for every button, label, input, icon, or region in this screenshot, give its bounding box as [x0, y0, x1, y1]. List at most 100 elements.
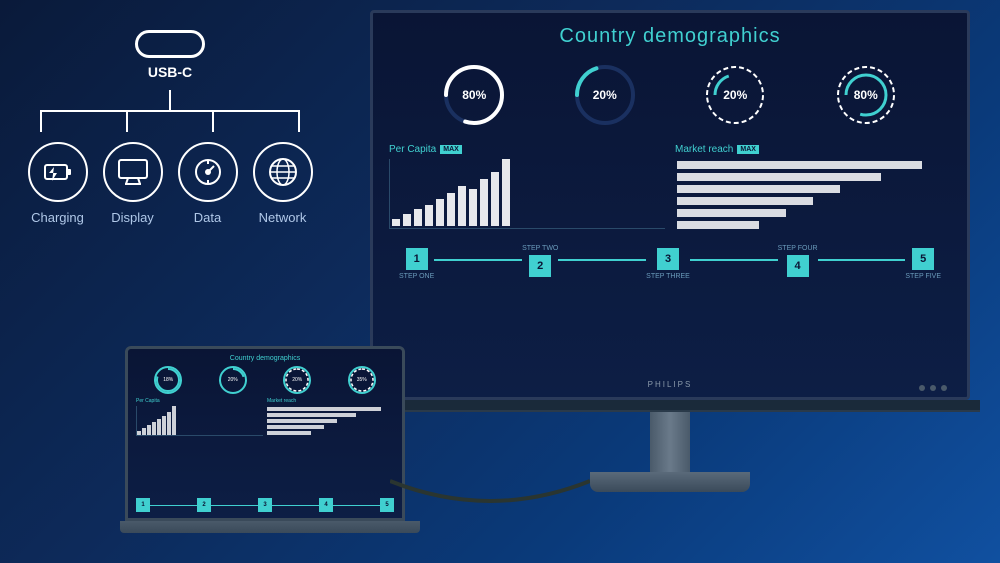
circle-4: 80% [831, 60, 901, 130]
tree-horizontal-line [40, 110, 300, 112]
bar-8 [469, 189, 477, 226]
laptop-hbar-chart: Market reach [267, 398, 394, 492]
laptop-hbar-3 [267, 419, 337, 423]
network-label: Network [259, 210, 307, 225]
laptop-circles: 18% 20% 20% [136, 366, 394, 394]
laptop-hbar-1 [267, 407, 381, 411]
control-dot-1[interactable] [919, 385, 925, 391]
bar-1 [392, 219, 400, 226]
step-5: 5 STEP FIVE [905, 245, 941, 280]
bar-6 [447, 193, 455, 227]
laptop-bar-8 [172, 406, 176, 435]
data-icon [190, 154, 226, 190]
hbar-1 [677, 161, 922, 169]
hbar-row-4 [677, 197, 949, 205]
display-feature: Display [100, 142, 165, 225]
bar-9 [480, 179, 488, 226]
laptop-screen-inner: Country demographics 18% 20% [128, 349, 402, 518]
monitor-neck [650, 412, 690, 472]
monitor-bezel [360, 400, 980, 412]
control-dot-2[interactable] [930, 385, 936, 391]
step-3: 3 STEP THREE [646, 245, 690, 280]
circle-1: 80% [439, 60, 509, 130]
circle-4-text: 80% [854, 88, 878, 102]
monitor-base [590, 472, 750, 492]
laptop-bar-chart: Per Capita [136, 398, 263, 492]
hbar-6 [677, 221, 759, 229]
tree-branch-2 [126, 112, 128, 132]
circle-3: 20% [700, 60, 770, 130]
laptop-bar-5 [157, 419, 161, 435]
control-dot-3[interactable] [941, 385, 947, 391]
display-icon-circle [103, 142, 163, 202]
laptop-step-line-3 [272, 505, 319, 506]
tree-branch-1 [40, 112, 42, 132]
laptop-bar-7 [167, 412, 171, 435]
step-line-1 [434, 259, 522, 261]
laptop-bar-1 [137, 431, 141, 435]
hbar-chart [675, 159, 951, 231]
step-2-top-label: STEP TWO [522, 245, 558, 252]
hbar-row-5 [677, 209, 949, 217]
laptop-screen: Country demographics 18% 20% [125, 346, 405, 521]
laptop-hbar-4 [267, 425, 324, 429]
charging-label: Charging [31, 210, 84, 225]
laptop-charts: Per Capita Market reach [136, 398, 394, 492]
hbar-row-2 [677, 173, 949, 181]
laptop-market-reach: Market reach [267, 398, 394, 404]
circles-row: 80% 20% 20% [389, 60, 951, 130]
step-1: 1 STEP ONE [399, 245, 434, 280]
circle-2-text: 20% [593, 88, 617, 102]
step-3-bot-label: STEP THREE [646, 273, 690, 280]
data-label: Data [194, 210, 221, 225]
step-line-2 [558, 259, 646, 261]
laptop-bar-2 [142, 428, 146, 435]
monitor: Country demographics 80% [360, 10, 980, 492]
bar-3 [414, 209, 422, 226]
data-icon-circle [178, 142, 238, 202]
tree-diagram [30, 90, 310, 132]
laptop-per-capita: Per Capita [136, 398, 263, 404]
hbar-row-3 [677, 185, 949, 193]
step-4-top-label: STEP FOUR [778, 245, 818, 252]
market-reach-max-badge: MAX [737, 145, 759, 154]
hbar-row-6 [677, 221, 949, 229]
display-icon [115, 154, 151, 190]
hbar-3 [677, 185, 840, 193]
network-feature: Network [250, 142, 315, 225]
screen-content: Country demographics 80% [373, 13, 967, 397]
laptop: Country demographics 18% 20% [120, 346, 410, 533]
laptop-steps: 1 2 3 4 5 [136, 498, 394, 512]
step-3-number: 3 [657, 248, 679, 270]
laptop-bar-4 [152, 422, 156, 435]
laptop-title: Country demographics [136, 355, 394, 362]
per-capita-max-badge: MAX [440, 145, 462, 154]
step-2: STEP TWO 2 [522, 245, 558, 280]
laptop-bars [136, 406, 263, 436]
laptop-hbar-5 [267, 431, 311, 435]
monitor-screen: Country demographics 80% [370, 10, 970, 400]
charging-icon [41, 155, 75, 189]
laptop-hbars [267, 406, 394, 436]
display-label: Display [111, 210, 154, 225]
monitor-controls [919, 385, 947, 391]
bar-7 [458, 186, 466, 226]
market-reach-title: Market reach MAX [675, 144, 951, 155]
laptop-step-5: 5 [380, 498, 394, 512]
step-1-number: 1 [406, 248, 428, 270]
network-icon [265, 154, 301, 190]
step-1-bot-label: STEP ONE [399, 273, 434, 280]
laptop-circle-1: 18% [154, 366, 182, 394]
step-line-4 [818, 259, 906, 261]
charging-feature: Charging [25, 142, 90, 225]
step-4-number: 4 [787, 255, 809, 277]
charging-icon-circle [28, 142, 88, 202]
usbc-connector-icon [135, 30, 205, 58]
circle-1-text: 80% [462, 88, 486, 102]
screen-title: Country demographics [389, 25, 951, 48]
bar-5 [436, 199, 444, 226]
laptop-step-1: 1 [136, 498, 150, 512]
laptop-step-line-4 [333, 505, 380, 506]
tree-branches [40, 112, 300, 132]
laptop-circle-4: 35% [348, 366, 376, 394]
